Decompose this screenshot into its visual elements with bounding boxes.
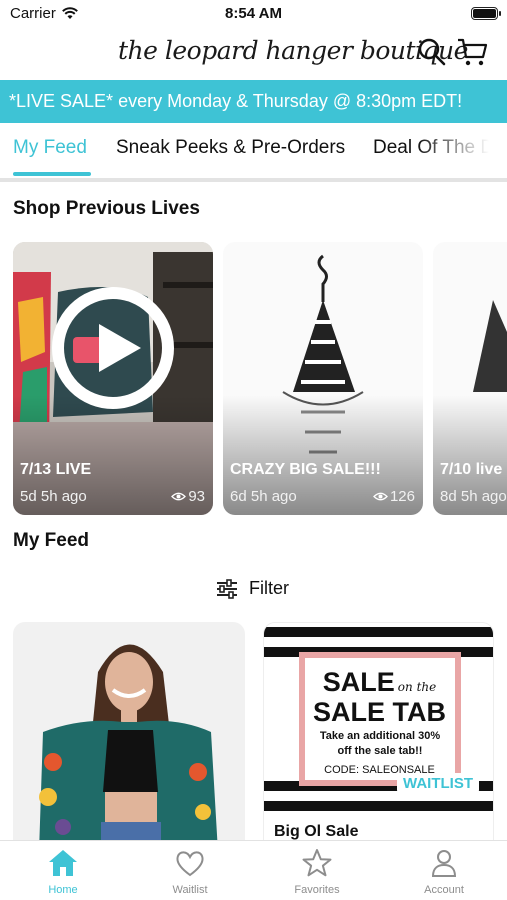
eye-icon [373, 492, 388, 501]
battery-icon [471, 7, 501, 20]
heart-icon [176, 851, 204, 877]
sale-graphic-body: Take an additional 30% off the sale tab!… [319, 730, 441, 757]
sale-graphic-line1: SALE on the [264, 667, 493, 698]
nav-favorites[interactable]: Favorites [254, 841, 380, 900]
live-view-count: 93 [171, 488, 205, 505]
live-sale-banner[interactable]: *LIVE SALE* every Monday & Thursday @ 8:… [0, 80, 507, 123]
previous-lives-heading: Shop Previous Lives [13, 198, 200, 219]
tab-fade [417, 124, 507, 178]
play-icon[interactable] [51, 286, 175, 410]
live-time-ago: 6d 5h ago [230, 488, 297, 505]
cart-button[interactable] [456, 36, 488, 68]
nav-label: Favorites [294, 884, 340, 896]
brand-logo[interactable]: the leopard hanger boutique [118, 28, 468, 74]
live-title: 7/10 live [440, 461, 503, 478]
live-time-ago: 5d 5h ago [20, 488, 87, 505]
person-icon [431, 850, 457, 877]
status-bar: Carrier 8:54 AM [0, 0, 507, 28]
live-time-ago: 8d 5h ago [440, 488, 507, 505]
search-icon [418, 38, 446, 66]
view-count-value: 126 [389, 488, 415, 505]
nav-account[interactable]: Account [381, 841, 507, 900]
live-card[interactable]: 7/13 LIVE 5d 5h ago 93 [13, 242, 213, 515]
product-card[interactable] [13, 622, 245, 852]
filter-sliders-icon [217, 579, 237, 599]
tab-my-feed[interactable]: My Feed [13, 137, 87, 159]
tab-sneak-peeks[interactable]: Sneak Peeks & Pre-Orders [116, 137, 345, 159]
cart-icon [458, 38, 488, 66]
waitlist-badge[interactable]: WAITLIST [397, 773, 479, 794]
nav-label: Home [48, 884, 78, 896]
search-button[interactable] [416, 36, 448, 68]
home-icon [49, 850, 77, 876]
nav-label: Account [424, 884, 464, 896]
category-tabs: My Feed Sneak Peeks & Pre-Orders Deal Of… [0, 124, 507, 178]
tabs-divider [0, 178, 507, 182]
bottom-navigation: Home Waitlist Favorites Account [0, 840, 507, 900]
sale-graphic-line2: SALE TAB [313, 697, 446, 727]
feed-heading: My Feed [13, 530, 90, 551]
product-title: Big Ol Sale [274, 823, 359, 840]
live-title: CRAZY BIG SALE!!! [230, 461, 381, 478]
live-card[interactable]: 7/10 live 8d 5h ago [433, 242, 507, 515]
clock: 8:54 AM [225, 5, 282, 22]
active-tab-indicator [13, 172, 91, 176]
live-view-count: 126 [373, 488, 415, 505]
nav-waitlist[interactable]: Waitlist [127, 841, 253, 900]
view-count-value: 93 [188, 488, 205, 505]
filter-label: Filter [249, 578, 289, 598]
sale-word: SALE [322, 667, 395, 697]
live-title: 7/13 LIVE [20, 461, 92, 478]
product-photo [13, 622, 245, 852]
nav-label: Waitlist [172, 884, 208, 896]
product-card[interactable]: SALE on the SALE TAB Take an additional 3… [263, 622, 494, 852]
star-icon [302, 849, 332, 877]
sale-script: on the [397, 680, 437, 694]
nav-home[interactable]: Home [0, 841, 126, 900]
eye-icon [171, 492, 187, 501]
live-card[interactable]: CRAZY BIG SALE!!! 6d 5h ago 126 [223, 242, 423, 515]
